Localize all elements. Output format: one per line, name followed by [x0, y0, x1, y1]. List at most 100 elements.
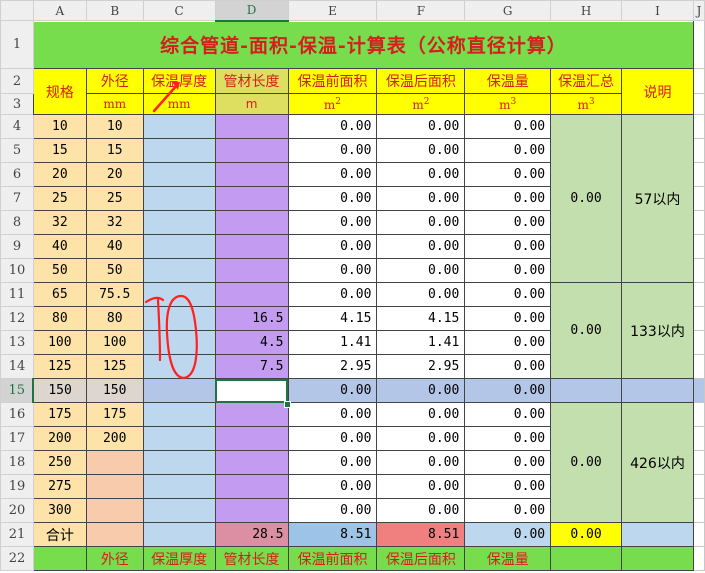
- outer-diameter-cell[interactable]: [85, 498, 144, 523]
- spec-cell[interactable]: 100: [32, 330, 87, 355]
- volume-cell[interactable]: 0.00: [464, 306, 552, 331]
- area-after-cell[interactable]: 0.00: [376, 234, 466, 259]
- footer-cell[interactable]: [32, 546, 87, 571]
- outer-diameter-cell[interactable]: 175: [85, 402, 144, 427]
- row-header[interactable]: 20: [0, 498, 34, 523]
- totals-thickness[interactable]: [142, 522, 216, 547]
- thickness-cell[interactable]: [142, 114, 216, 139]
- spec-cell[interactable]: 40: [32, 234, 87, 259]
- volume-cell[interactable]: 0.00: [464, 162, 552, 187]
- outer-diameter-cell[interactable]: 100: [85, 330, 144, 355]
- outer-diameter-cell[interactable]: 200: [85, 426, 144, 451]
- thickness-cell[interactable]: [142, 330, 216, 355]
- spec-cell[interactable]: 25: [32, 186, 87, 211]
- header-insulation-total[interactable]: 保温汇总: [550, 68, 623, 94]
- thickness-cell[interactable]: [142, 378, 216, 403]
- length-cell[interactable]: [214, 498, 289, 523]
- area-before-cell[interactable]: 0.00: [287, 474, 378, 499]
- col-header-b[interactable]: B: [85, 0, 144, 21]
- footer-cell[interactable]: [550, 546, 623, 571]
- col-header-j[interactable]: J: [692, 0, 705, 21]
- spec-cell[interactable]: 150: [32, 378, 87, 403]
- area-after-cell[interactable]: 4.15: [376, 306, 466, 331]
- length-cell[interactable]: [214, 474, 289, 499]
- footer-insulation-thickness[interactable]: 保温厚度: [142, 546, 216, 571]
- cell[interactable]: [692, 114, 705, 139]
- header-area-after[interactable]: 保温后面积: [376, 68, 466, 94]
- area-after-cell[interactable]: 0.00: [376, 402, 466, 427]
- area-before-cell[interactable]: 2.95: [287, 354, 378, 379]
- group-note-cell[interactable]: 426以内: [621, 402, 694, 523]
- length-cell[interactable]: [214, 162, 289, 187]
- outer-diameter-cell[interactable]: 20: [85, 162, 144, 187]
- group-note-cell[interactable]: 57以内: [621, 114, 694, 283]
- thickness-cell[interactable]: [142, 258, 216, 283]
- cell[interactable]: [692, 378, 705, 403]
- cell[interactable]: [692, 546, 705, 571]
- volume-cell[interactable]: 0.00: [464, 354, 552, 379]
- length-cell[interactable]: [214, 402, 289, 427]
- outer-diameter-cell[interactable]: 150: [85, 378, 144, 403]
- col-header-a[interactable]: A: [32, 0, 87, 21]
- cell[interactable]: [692, 258, 705, 283]
- length-cell[interactable]: [214, 258, 289, 283]
- area-before-cell[interactable]: 0.00: [287, 162, 378, 187]
- cell[interactable]: [692, 450, 705, 475]
- row-header[interactable]: 3: [0, 93, 34, 115]
- area-after-cell[interactable]: 0.00: [376, 258, 466, 283]
- length-cell[interactable]: [214, 426, 289, 451]
- outer-diameter-cell[interactable]: 40: [85, 234, 144, 259]
- row-header[interactable]: 21: [0, 522, 34, 547]
- volume-cell[interactable]: 0.00: [464, 114, 552, 139]
- outer-diameter-cell[interactable]: [85, 450, 144, 475]
- length-cell[interactable]: [214, 282, 289, 307]
- area-before-cell[interactable]: 0.00: [287, 114, 378, 139]
- row-header[interactable]: 13: [0, 330, 34, 355]
- thickness-cell[interactable]: [142, 450, 216, 475]
- outer-diameter-cell[interactable]: 75.5: [85, 282, 144, 307]
- cell[interactable]: [692, 210, 705, 235]
- area-before-cell[interactable]: 0.00: [287, 234, 378, 259]
- unit-m2[interactable]: m2: [287, 93, 378, 115]
- outer-diameter-cell[interactable]: 15: [85, 138, 144, 163]
- totals-label[interactable]: 合计: [32, 522, 87, 547]
- row-header[interactable]: 5: [0, 138, 34, 163]
- row-header[interactable]: 15: [0, 378, 35, 403]
- totals-note[interactable]: [621, 522, 694, 547]
- length-cell[interactable]: 7.5: [214, 354, 289, 379]
- header-area-before[interactable]: 保温前面积: [287, 68, 378, 94]
- active-cell[interactable]: [214, 378, 289, 403]
- area-before-cell[interactable]: 0.00: [287, 138, 378, 163]
- thickness-cell[interactable]: [142, 138, 216, 163]
- thickness-cell[interactable]: [142, 306, 216, 331]
- spec-cell[interactable]: 50: [32, 258, 87, 283]
- footer-area-after[interactable]: 保温后面积: [376, 546, 466, 571]
- cell[interactable]: [692, 354, 705, 379]
- row-header[interactable]: 4: [0, 114, 34, 139]
- thickness-cell[interactable]: [142, 282, 216, 307]
- cell[interactable]: [692, 93, 705, 115]
- group-total-cell[interactable]: 0.00: [550, 402, 623, 523]
- thickness-cell[interactable]: [142, 210, 216, 235]
- spec-cell[interactable]: 20: [32, 162, 87, 187]
- outer-diameter-cell[interactable]: 25: [85, 186, 144, 211]
- outer-diameter-cell[interactable]: [85, 474, 144, 499]
- row-header[interactable]: 18: [0, 450, 34, 475]
- header-spec[interactable]: 规格: [32, 68, 87, 115]
- cell[interactable]: [692, 402, 705, 427]
- length-cell[interactable]: [214, 114, 289, 139]
- totals-volume[interactable]: 0.00: [464, 522, 552, 547]
- volume-cell[interactable]: 0.00: [464, 282, 552, 307]
- length-cell[interactable]: [214, 234, 289, 259]
- area-after-cell[interactable]: 0.00: [376, 210, 466, 235]
- spec-cell[interactable]: 300: [32, 498, 87, 523]
- row-header[interactable]: 7: [0, 186, 34, 211]
- footer-area-before[interactable]: 保温前面积: [287, 546, 378, 571]
- length-cell[interactable]: [214, 210, 289, 235]
- spec-cell[interactable]: 65: [32, 282, 87, 307]
- outer-diameter-cell[interactable]: 10: [85, 114, 144, 139]
- outer-diameter-cell[interactable]: 50: [85, 258, 144, 283]
- unit-m2[interactable]: m2: [376, 93, 466, 115]
- row-header[interactable]: 16: [0, 402, 34, 427]
- row-header[interactable]: 9: [0, 234, 34, 259]
